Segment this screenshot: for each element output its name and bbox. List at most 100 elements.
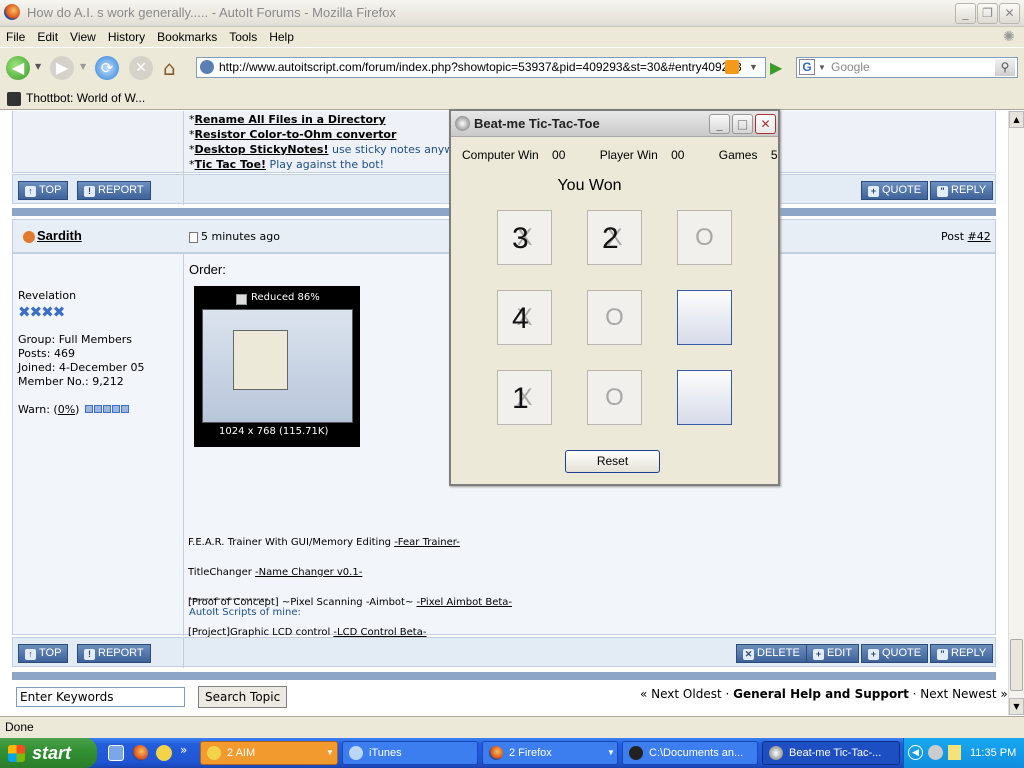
menu-bar: File Edit View History Bookmarks Tools Help ✺	[0, 27, 1024, 47]
top-button-2[interactable]: ↑ TOP	[18, 644, 69, 663]
stop-icon[interactable]: ✕	[129, 56, 153, 80]
search-magnifier-icon[interactable]: ⚲	[995, 59, 1015, 76]
scroll-up-arrow-icon[interactable]: ▲	[1009, 111, 1024, 128]
home-icon[interactable]: ⌂	[163, 56, 176, 80]
author-rank: Revelation	[18, 289, 77, 302]
board-cell-2[interactable]: X2	[587, 210, 642, 265]
tray-note-icon[interactable]	[948, 745, 961, 760]
quote-button-2[interactable]: + QUOTE	[861, 644, 929, 663]
bookmark-thottbot[interactable]: Thottbot: World of W...	[26, 91, 145, 105]
task-cmd[interactable]: C:\Documents an...	[622, 741, 758, 765]
computer-win-value: 00	[552, 148, 566, 162]
reply-button-2[interactable]: " REPLY	[930, 644, 994, 663]
search-engine-box[interactable]: G ▼ Google ⚲	[796, 57, 1018, 78]
board-cell-4[interactable]: X4	[497, 290, 552, 345]
rename-files-link[interactable]: Rename All Files in a Directory	[195, 113, 386, 126]
delete-button[interactable]: ✕ DELETE	[736, 644, 807, 663]
author-name[interactable]: Sardith	[37, 228, 82, 243]
sticky-notes-link[interactable]: Desktop StickyNotes!	[195, 143, 329, 156]
minimize-button[interactable]: _	[955, 3, 976, 24]
dialog-minimize-button[interactable]: _	[709, 114, 730, 134]
board-cell-9[interactable]	[677, 370, 732, 425]
post-time: 5 minutes ago	[201, 230, 280, 243]
author-stats: Group: Full Members Posts: 469 Joined: 4…	[18, 333, 145, 388]
tray-expand-icon[interactable]: ◀	[908, 745, 923, 760]
menu-help[interactable]: Help	[263, 27, 300, 47]
topic-search-input[interactable]	[16, 687, 185, 707]
scroll-thumb[interactable]	[1010, 639, 1023, 691]
go-icon[interactable]: ▶	[770, 58, 782, 77]
dialog-title: Beat-me Tic-Tac-Toe	[474, 116, 600, 131]
aim-quicklaunch-icon[interactable]	[156, 745, 172, 761]
start-button[interactable]: start	[0, 738, 97, 768]
report-button[interactable]: ! REPORT	[77, 181, 151, 200]
forum-link[interactable]: General Help and Support	[733, 687, 909, 701]
window-title: How do A.I. s work generally..... - Auto…	[27, 5, 396, 20]
task-firefox[interactable]: 2 Firefox ▼	[482, 741, 618, 765]
tray-aim-icon[interactable]	[928, 745, 943, 760]
reload-icon[interactable]: ⟳	[95, 56, 119, 80]
next-oldest-link[interactable]: « Next Oldest	[640, 687, 722, 701]
firefox-quicklaunch-icon[interactable]	[132, 745, 148, 761]
board-cell-1[interactable]: X3	[497, 210, 552, 265]
next-newest-link[interactable]: Next Newest »	[920, 687, 1007, 701]
menu-bookmarks[interactable]: Bookmarks	[151, 27, 223, 47]
user-icon	[23, 231, 35, 243]
reduced-image-thumbnail[interactable]: Reduced 86% 1024 x 768 (115.71K)	[194, 286, 360, 447]
page-scrollbar[interactable]: ▲ ▼	[1008, 111, 1024, 715]
board-cell-7[interactable]: X1	[497, 370, 552, 425]
menu-history[interactable]: History	[102, 27, 151, 47]
games-value: 5	[770, 148, 778, 162]
tic-tac-toe-link[interactable]: Tic Tac Toe!	[195, 158, 267, 171]
dialog-maximize-button[interactable]: □	[732, 114, 753, 134]
top-button[interactable]: ↑ TOP	[18, 181, 69, 200]
firefox-icon	[4, 4, 20, 20]
back-dropdown-icon[interactable]: ▼	[35, 62, 41, 71]
menu-edit[interactable]: Edit	[31, 27, 64, 47]
report-button-2[interactable]: ! REPORT	[77, 644, 151, 663]
signature-line-4: *Tic Tac Toe! Play against the bot!	[189, 158, 385, 171]
tictactoe-task-icon	[769, 746, 783, 760]
dialog-close-button[interactable]: ✕	[755, 114, 776, 134]
back-icon[interactable]: ◀	[6, 56, 30, 80]
menu-tools[interactable]: Tools	[223, 27, 263, 47]
rss-feed-icon[interactable]	[725, 60, 739, 74]
board-cell-6[interactable]	[677, 290, 732, 345]
google-engine-icon[interactable]: G	[799, 59, 815, 75]
thottbot-favicon-icon	[7, 92, 21, 106]
reply-button[interactable]: " REPLY	[930, 181, 994, 200]
footer-separator	[12, 672, 996, 680]
search-topic-button[interactable]: Search Topic	[198, 686, 288, 708]
signature-line-3: *Desktop StickyNotes! use sticky notes a…	[189, 143, 461, 156]
task-aim[interactable]: 2 AIM ▼	[200, 741, 338, 765]
engine-dropdown-icon[interactable]: ▼	[818, 58, 826, 77]
forward-icon[interactable]: ▶	[50, 56, 74, 80]
menu-file[interactable]: File	[0, 27, 31, 47]
cmd-icon	[629, 746, 643, 760]
player-win-label: Player Win	[599, 148, 658, 162]
autoit-app-icon	[455, 116, 470, 131]
url-bar[interactable]: http://www.autoitscript.com/forum/index.…	[196, 57, 766, 78]
scroll-down-arrow-icon[interactable]: ▼	[1009, 698, 1024, 715]
task-itunes[interactable]: iTunes	[342, 741, 478, 765]
quicklaunch-more-icon[interactable]: »	[180, 743, 187, 757]
signature-line-2: *Resistor Color-to-Ohm convertor	[189, 128, 397, 141]
game-result-message: You Won	[557, 177, 622, 194]
menu-view[interactable]: View	[64, 27, 102, 47]
dialog-title-bar: Beat-me Tic-Tac-Toe _ □ ✕	[451, 111, 778, 137]
post-actions: ↑ TOP ! REPORT ✕ DELETE + EDIT + QUOTE " REPLY	[12, 637, 996, 668]
close-button[interactable]: ✕	[999, 3, 1020, 24]
board-cell-3[interactable]: O	[677, 210, 732, 265]
edit-button[interactable]: + EDIT	[806, 644, 860, 663]
resistor-link[interactable]: Resistor Color-to-Ohm convertor	[195, 128, 397, 141]
show-desktop-icon[interactable]	[108, 745, 124, 761]
forward-dropdown-icon[interactable]: ▼	[80, 62, 86, 71]
maximize-button[interactable]: ❐	[977, 3, 998, 24]
throbber-icon: ✺	[1003, 29, 1015, 45]
quote-button[interactable]: + QUOTE	[861, 181, 929, 200]
reset-button[interactable]: Reset	[565, 450, 660, 473]
board-cell-8[interactable]: O	[587, 370, 642, 425]
task-tic-tac-toe[interactable]: Beat-me Tic-Tac-...	[762, 741, 900, 765]
url-dropdown-icon[interactable]: ▼	[749, 58, 758, 77]
board-cell-5[interactable]: O	[587, 290, 642, 345]
